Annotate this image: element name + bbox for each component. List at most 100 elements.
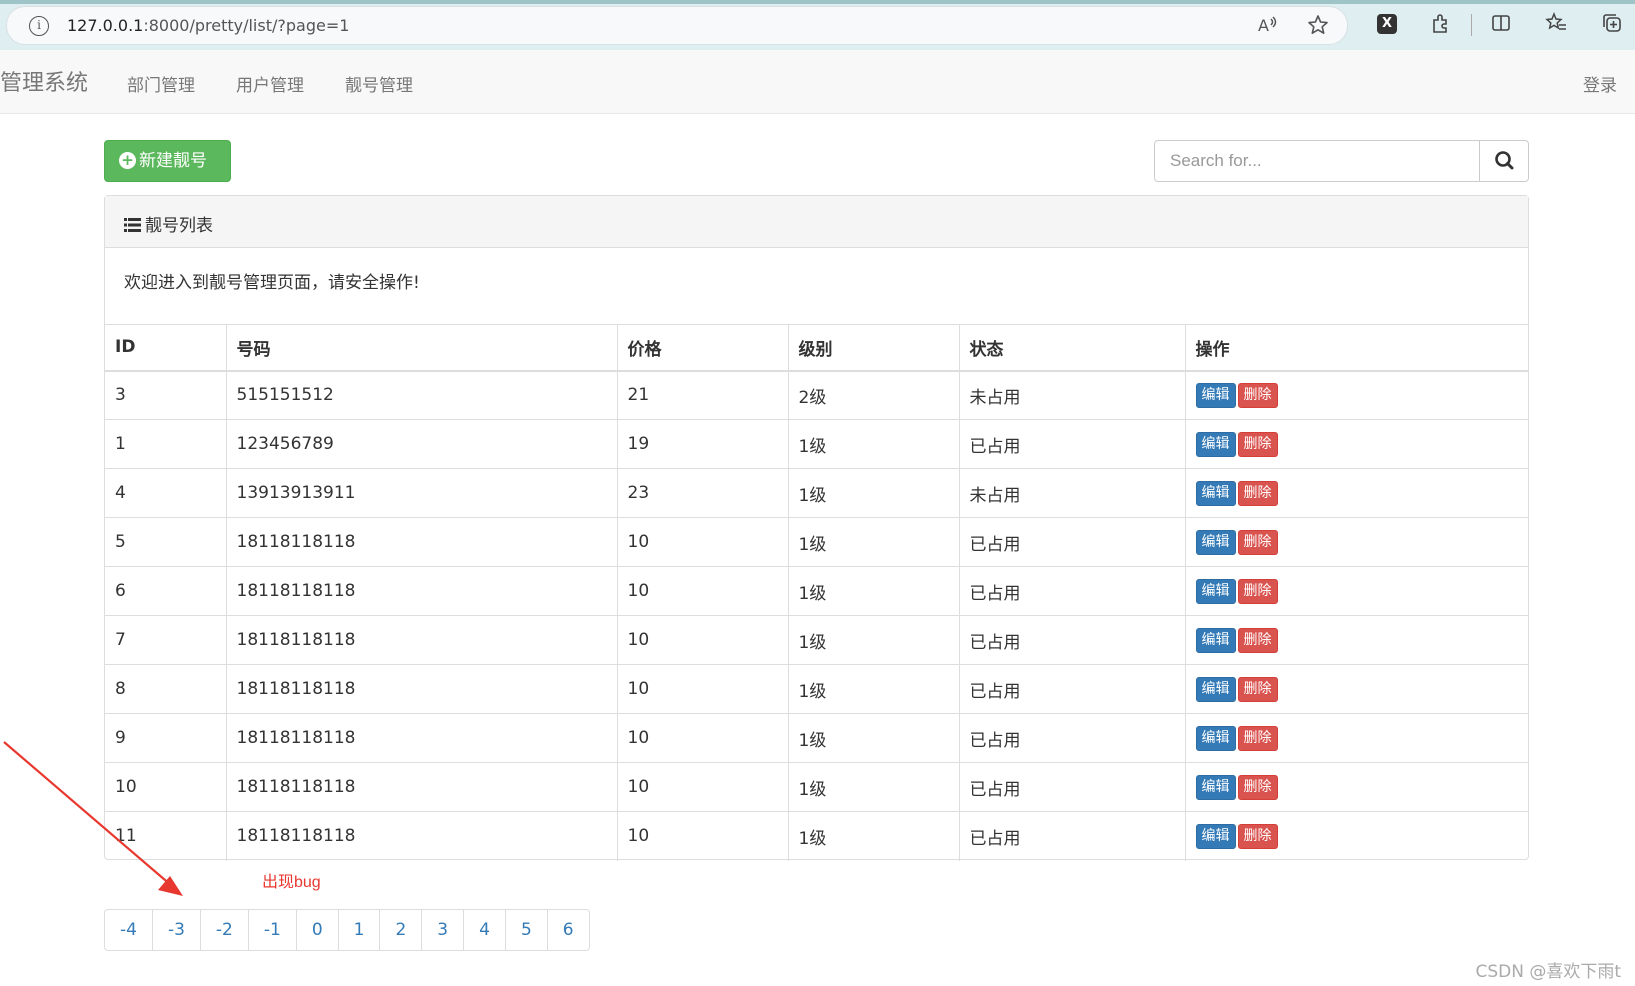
- panel-body-text: 欢迎进入到靓号管理页面，请安全操作!: [124, 273, 420, 293]
- table-row: 7 18118118118 10 1级 已占用 编辑 删除: [105, 615, 1528, 665]
- edit-button[interactable]: 编辑: [1195, 823, 1236, 849]
- search-input[interactable]: Search for...: [1154, 140, 1480, 182]
- table-row: 11 18118118118 10 1级 已占用 编辑 删除: [105, 811, 1528, 861]
- extensions-icon[interactable]: [1429, 12, 1453, 39]
- delete-button[interactable]: 删除: [1237, 823, 1278, 849]
- delete-button[interactable]: 删除: [1237, 676, 1278, 702]
- nav-link-pretty[interactable]: 靓号管理: [345, 71, 413, 96]
- table-row: 5 18118118118 10 1级 已占用 编辑 删除: [105, 517, 1528, 567]
- page-link[interactable]: 4: [463, 909, 506, 951]
- table-row: 1 123456789 19 1级 已占用 编辑 删除: [105, 419, 1528, 469]
- cell-mobile: 18118118118: [226, 713, 618, 763]
- page-link[interactable]: 1: [337, 909, 381, 951]
- delete-button[interactable]: 删除: [1237, 725, 1278, 751]
- cell-price: 10: [617, 566, 789, 616]
- page-link[interactable]: 5: [504, 909, 548, 951]
- cell-mobile: 13913913911: [226, 468, 618, 518]
- cell-id: 5: [105, 517, 227, 567]
- edit-button[interactable]: 编辑: [1195, 676, 1236, 702]
- page-link[interactable]: -4: [104, 909, 153, 951]
- edit-button[interactable]: 编辑: [1195, 725, 1236, 751]
- nav-link-user[interactable]: 用户管理: [236, 71, 304, 96]
- page-link[interactable]: 2: [379, 909, 423, 951]
- cell-price: 23: [617, 468, 789, 518]
- table-row: 8 18118118118 10 1级 已占用 编辑 删除: [105, 664, 1528, 714]
- delete-button[interactable]: 删除: [1237, 382, 1278, 408]
- delete-button[interactable]: 删除: [1237, 480, 1278, 506]
- pagination: -4 -3 -2 -1 0 1 2 3 4 5 6: [104, 909, 590, 951]
- split-screen-icon[interactable]: [1489, 12, 1513, 39]
- edit-button[interactable]: 编辑: [1195, 529, 1236, 555]
- cell-actions: 编辑 删除: [1185, 419, 1528, 469]
- cell-actions: 编辑 删除: [1185, 517, 1528, 567]
- page-link[interactable]: 0: [295, 909, 339, 951]
- url-text[interactable]: 127.0.0.1:8000/pretty/list/?page=1: [67, 16, 349, 35]
- cell-mobile: 18118118118: [226, 615, 618, 665]
- column-header-level: 级别: [788, 324, 960, 372]
- new-pretty-label: 新建靓号: [139, 151, 207, 171]
- favorite-star-icon[interactable]: [1307, 14, 1329, 41]
- cell-level: 1级: [788, 762, 960, 812]
- window-top-border: [0, 0, 1635, 4]
- read-aloud-icon[interactable]: A: [1257, 14, 1279, 41]
- cell-actions: 编辑 删除: [1185, 664, 1528, 714]
- info-icon[interactable]: i: [29, 16, 49, 36]
- page-link[interactable]: -2: [199, 909, 249, 951]
- page-link[interactable]: 3: [421, 909, 465, 951]
- delete-button[interactable]: 删除: [1237, 578, 1278, 604]
- favorites-icon[interactable]: [1544, 11, 1568, 39]
- cell-status: 已占用: [959, 566, 1186, 616]
- delete-button[interactable]: 删除: [1237, 529, 1278, 555]
- cell-price: 10: [617, 713, 789, 763]
- cell-mobile: 123456789: [226, 419, 618, 469]
- navbar-brand[interactable]: 管理系统: [0, 65, 88, 97]
- edit-button[interactable]: 编辑: [1195, 480, 1236, 506]
- search-icon: [1495, 151, 1514, 170]
- address-bar[interactable]: i 127.0.0.1:8000/pretty/list/?page=1 A: [6, 6, 1348, 45]
- login-link[interactable]: 登录: [1583, 71, 1617, 96]
- cell-mobile: 18118118118: [226, 566, 618, 616]
- cell-actions: 编辑 删除: [1185, 370, 1528, 420]
- cell-actions: 编辑 删除: [1185, 811, 1528, 861]
- edit-button[interactable]: 编辑: [1195, 431, 1236, 457]
- table-row: 4 13913913911 23 1级 未占用 编辑 删除: [105, 468, 1528, 518]
- cell-id: 4: [105, 468, 227, 518]
- edit-button[interactable]: 编辑: [1195, 774, 1236, 800]
- table-header-row: ID 号码 价格 级别 状态 操作: [105, 324, 1528, 372]
- nav-link-depart[interactable]: 部门管理: [127, 71, 195, 96]
- svg-text:A: A: [1258, 16, 1269, 35]
- panel-heading: 靓号列表: [105, 196, 1528, 248]
- cell-price: 21: [617, 370, 789, 420]
- cell-mobile: 18118118118: [226, 517, 618, 567]
- browser-toolbar: i 127.0.0.1:8000/pretty/list/?page=1 A X: [0, 0, 1635, 50]
- delete-button[interactable]: 删除: [1237, 627, 1278, 653]
- cell-status: 已占用: [959, 664, 1186, 714]
- cell-actions: 编辑 删除: [1185, 762, 1528, 812]
- pretty-table: ID 号码 价格 级别 状态 操作 3 515151512 21 2级 未占用 编辑 删除 1…: [105, 324, 1528, 861]
- page-link[interactable]: 6: [546, 909, 590, 951]
- cell-level: 1级: [788, 566, 960, 616]
- edit-button[interactable]: 编辑: [1195, 382, 1236, 408]
- page-link[interactable]: -3: [151, 909, 201, 951]
- cell-status: 已占用: [959, 762, 1186, 812]
- cell-price: 10: [617, 762, 789, 812]
- table-row: 9 18118118118 10 1级 已占用 编辑 删除: [105, 713, 1528, 763]
- cell-id: 1: [105, 419, 227, 469]
- page-link[interactable]: -1: [247, 909, 297, 951]
- cell-mobile: 515151512: [226, 370, 618, 420]
- cell-id: 8: [105, 664, 227, 714]
- cell-price: 10: [617, 811, 789, 861]
- delete-button[interactable]: 删除: [1237, 774, 1278, 800]
- pretty-list-panel: 靓号列表 欢迎进入到靓号管理页面，请安全操作! ID 号码 价格 级别 状态 操…: [104, 195, 1529, 861]
- cell-id: 6: [105, 566, 227, 616]
- collections-icon[interactable]: [1600, 12, 1624, 39]
- search-button[interactable]: [1479, 140, 1529, 182]
- new-pretty-button[interactable]: + 新建靓号: [104, 140, 231, 182]
- extension-x-icon[interactable]: X: [1377, 14, 1397, 34]
- cell-level: 1级: [788, 419, 960, 469]
- cell-level: 1级: [788, 664, 960, 714]
- edit-button[interactable]: 编辑: [1195, 578, 1236, 604]
- navbar: 管理系统 部门管理 用户管理 靓号管理 登录: [0, 50, 1635, 114]
- edit-button[interactable]: 编辑: [1195, 627, 1236, 653]
- delete-button[interactable]: 删除: [1237, 431, 1278, 457]
